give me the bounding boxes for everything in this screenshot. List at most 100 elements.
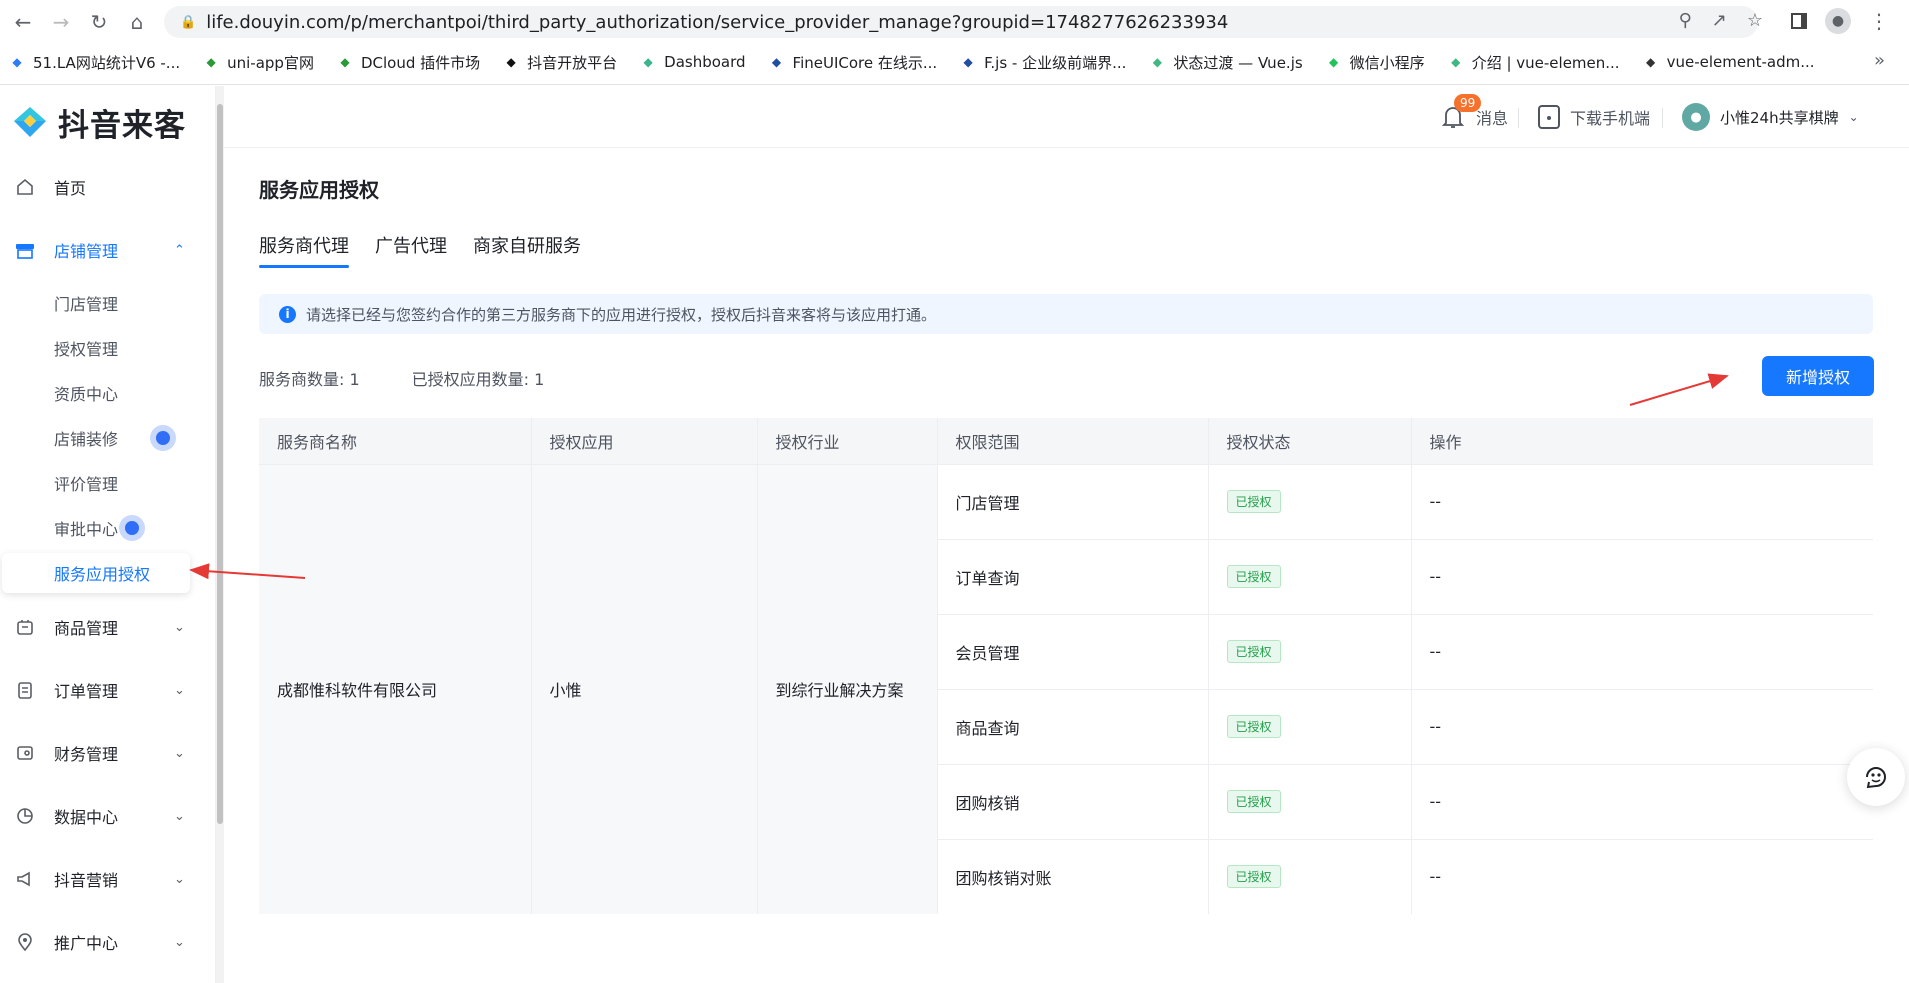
side-panel-icon[interactable] [1791, 13, 1807, 29]
sidebar: 抖音来客 首页 店铺管理 ⌃ 门店管理 授权管理 资质中心 店铺装修 评价管理 … [0, 86, 216, 983]
reload-icon[interactable]: ↻ [84, 8, 114, 36]
cell-action: -- [1411, 538, 1873, 614]
store-icon [14, 239, 36, 261]
customer-service-button[interactable] [1847, 748, 1905, 806]
more-menu-icon[interactable]: ⋮ [1869, 9, 1889, 33]
bookmarks-overflow-icon[interactable]: » [1874, 50, 1885, 71]
forward-icon[interactable]: → [46, 8, 76, 36]
sidebar-item-home[interactable]: 首页 [0, 165, 200, 209]
address-bar[interactable]: 🔒 life.douyin.com/p/merchantpoi/third_pa… [164, 6, 1758, 38]
la-icon: ◆ [12, 55, 22, 69]
sidebar-subitem-reviews[interactable]: 评价管理 [0, 463, 190, 503]
sidebar-subitem-stores[interactable]: 门店管理 [0, 283, 190, 323]
cell-scope: 门店管理 [937, 463, 1209, 539]
url-text[interactable]: life.douyin.com/p/merchantpoi/third_part… [206, 12, 1228, 33]
cell-status: 已授权 [1208, 838, 1412, 914]
back-icon[interactable]: ← [8, 8, 38, 36]
chevron-down-icon: ⌄ [174, 619, 185, 635]
sidebar-item-goods[interactable]: 商品管理 ⌄ [0, 605, 200, 649]
sidebar-item-finance[interactable]: 财务管理 ⌄ [0, 731, 200, 775]
chevron-down-icon: ⌄ [174, 808, 185, 824]
cell-scope: 订单查询 [937, 538, 1209, 614]
column-header: 服务商名称 [259, 418, 532, 464]
logo[interactable]: 抖音来客 [10, 100, 186, 145]
zoom-icon[interactable]: ⚲ [1679, 10, 1692, 31]
sidebar-subitem-label: 服务应用授权 [54, 565, 151, 584]
messages-button[interactable]: 99 消息 [1440, 86, 1508, 148]
bookmark-item[interactable]: ◆ F.js - 企业级前端界... [959, 52, 1127, 73]
sidebar-subitem-label: 审批中心 [54, 520, 119, 539]
fineui-icon: ◆ [771, 55, 782, 69]
finance-icon [14, 742, 36, 764]
cell-status: 已授权 [1208, 538, 1412, 614]
data-icon [14, 805, 36, 827]
profile-icon[interactable]: ● [1825, 8, 1851, 34]
authorization-table: 服务商名称 授权应用 授权行业 权限范围 授权状态 操作 成都惟科软件有限公司小… [259, 418, 1873, 914]
sidebar-item-data[interactable]: 数据中心 ⌄ [0, 794, 200, 838]
bookmark-item[interactable]: ◆ uni-app官网 [202, 52, 313, 73]
sidebar-subitem-authorization[interactable]: 授权管理 [0, 328, 190, 368]
sidebar-subitem-decoration[interactable]: 店铺装修 [0, 418, 190, 458]
chevron-down-icon: ⌄ [174, 871, 185, 887]
cell-scope: 团购核销 [937, 763, 1209, 839]
column-header: 授权应用 [531, 418, 758, 464]
cell-action: -- [1411, 838, 1873, 914]
column-header: 权限范围 [937, 418, 1209, 464]
status-badge: 已授权 [1226, 490, 1281, 513]
guide-dot[interactable] [119, 515, 145, 541]
sidebar-subitem-service-auth[interactable]: 服务应用授权 [2, 553, 190, 593]
bookmark-label: 介绍 | vue-elemen... [1471, 53, 1620, 72]
sidebar-scrollbar-thumb[interactable] [217, 104, 223, 824]
sidebar-item-promotion[interactable]: 推广中心 ⌄ [0, 920, 200, 964]
cell-provider: 成都惟科软件有限公司 [259, 463, 532, 914]
sidebar-item-marketing[interactable]: 抖音营销 ⌄ [0, 857, 200, 901]
status-badge: 已授权 [1226, 565, 1281, 588]
cell-status: 已授权 [1208, 613, 1412, 689]
dashboard-icon: ◆ [643, 55, 653, 69]
bookmark-label: 微信小程序 [1349, 53, 1425, 72]
home-icon[interactable]: ⌂ [122, 8, 152, 36]
sidebar-subitem-label: 门店管理 [54, 295, 119, 314]
bookmark-item[interactable]: ◆ FineUICore 在线示... [768, 52, 938, 73]
download-app-button[interactable]: 下载手机端 [1538, 86, 1650, 148]
summary-counts: 服务商数量: 1 已授权应用数量: 1 [259, 366, 544, 390]
marketing-icon [14, 868, 36, 890]
dcloud-icon: ◆ [340, 55, 350, 69]
bookmark-item[interactable]: ◆ Dashboard [639, 53, 746, 71]
share-icon[interactable]: ↗ [1712, 10, 1727, 31]
bookmark-item[interactable]: ◆ 微信小程序 [1325, 52, 1425, 73]
status-badge: 已授权 [1226, 640, 1281, 663]
main-content: 服务应用授权 服务商代理 广告代理 商家自研服务 i 请选择已经与您签约合作的第… [224, 148, 1909, 983]
tab-ad-agency[interactable]: 广告代理 [375, 232, 447, 268]
cell-scope: 商品查询 [937, 688, 1209, 764]
bookmark-item[interactable]: ◆ vue-element-adm... [1642, 53, 1815, 71]
user-menu[interactable]: ● 小惟24h共享棋牌 ⌄ [1682, 86, 1859, 148]
bookmark-label: DCloud 插件市场 [360, 53, 481, 72]
browser-toolbar-right: ● ⋮ [1791, 8, 1889, 34]
add-authorization-button[interactable]: 新增授权 [1762, 356, 1874, 396]
tab-self-developed[interactable]: 商家自研服务 [473, 232, 581, 268]
cell-app: 小惟 [531, 463, 758, 914]
sidebar-subitem-label: 店铺装修 [54, 430, 119, 449]
bookmark-item[interactable]: ◆ 介绍 | vue-elemen... [1447, 52, 1620, 73]
browser-chrome: ← → ↻ ⌂ 🔒 life.douyin.com/p/merchantpoi/… [0, 0, 1909, 85]
sidebar-subitem-qualification[interactable]: 资质中心 [0, 373, 190, 413]
bookmark-item[interactable]: ◆ DCloud 插件市场 [336, 52, 480, 73]
status-badge: 已授权 [1226, 715, 1281, 738]
star-icon[interactable]: ☆ [1747, 10, 1763, 31]
tab-service-provider[interactable]: 服务商代理 [259, 232, 349, 268]
chevron-down-icon: ⌄ [174, 934, 185, 950]
bookmark-item[interactable]: ◆ 51.LA网站统计V6 -... [8, 52, 180, 73]
sidebar-item-store[interactable]: 店铺管理 ⌃ [0, 228, 200, 272]
bookmark-label: FineUICore 在线示... [792, 53, 938, 72]
sidebar-subitem-label: 资质中心 [54, 385, 119, 404]
table-header-row: 服务商名称 授权应用 授权行业 权限范围 授权状态 操作 [259, 418, 1873, 464]
sidebar-item-label: 财务管理 [54, 745, 119, 764]
sidebar-subitem-approval[interactable]: 审批中心 [0, 508, 190, 548]
sidebar-subitem-label: 授权管理 [54, 340, 119, 359]
bookmark-item[interactable]: ◆ 抖音开放平台 [502, 52, 618, 73]
bookmark-item[interactable]: ◆ 状态过渡 — Vue.js [1148, 52, 1303, 73]
guide-dot[interactable] [150, 425, 176, 451]
sidebar-item-orders[interactable]: 订单管理 ⌄ [0, 668, 200, 712]
sidebar-item-label: 订单管理 [54, 682, 119, 701]
